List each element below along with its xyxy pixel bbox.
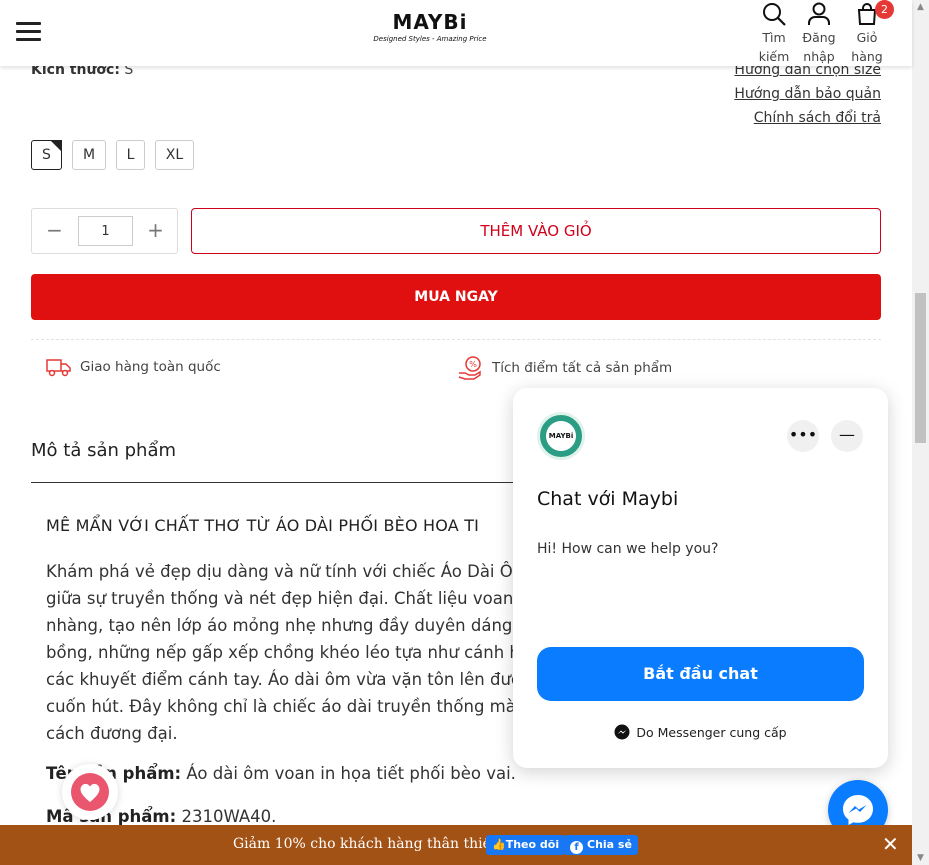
chat-more-options-button[interactable]: ••• — [787, 420, 819, 452]
size-option-label: XL — [165, 147, 184, 163]
size-option-m[interactable]: M — [72, 140, 106, 170]
reward-points-icon: % — [458, 356, 481, 380]
size-option-l[interactable]: L — [116, 140, 145, 170]
size-option-s[interactable]: S — [31, 140, 62, 170]
qty-decrease-button[interactable]: − — [32, 209, 77, 253]
scroll-down-arrow-icon[interactable]: ▼ — [912, 851, 929, 865]
care-guide-link[interactable]: Hướng dẫn bảo quản — [734, 86, 881, 102]
login-label-line2: nhập — [803, 49, 835, 64]
cart-label-line2: hàng — [851, 49, 883, 64]
user-icon — [808, 2, 830, 25]
delivery-truck-icon — [46, 359, 71, 377]
product-code-value: 2310WA40. — [181, 807, 277, 826]
facebook-icon: f — [570, 841, 583, 854]
size-option-xl[interactable]: XL — [155, 140, 194, 170]
svg-text:%: % — [469, 360, 477, 369]
perk-points-label: Tích điểm tất cả sản phẩm — [492, 360, 673, 376]
login-label-line1: Đăng — [802, 30, 836, 45]
thumbs-up-icon: 👍 — [492, 838, 506, 851]
product-name-spec: Tên sản phẩm: Áo dài ôm voan in họa tiết… — [46, 764, 516, 783]
promo-bar: Giảm 10% cho khách hàng thân thiết 👍Theo… — [0, 825, 912, 865]
facebook-follow-button[interactable]: 👍Theo dõi — [486, 835, 566, 855]
search-button[interactable]: Tìm kiếm — [752, 2, 796, 66]
quantity-stepper: − + — [31, 208, 178, 254]
search-label-line2: kiếm — [758, 49, 790, 64]
chat-greeting: Hi! How can we help you? — [537, 541, 719, 557]
cart-button[interactable]: 2 Giỏ hàng — [845, 0, 894, 66]
heart-icon — [80, 783, 100, 802]
divider — [31, 339, 881, 340]
chat-minimize-button[interactable]: — — [831, 420, 863, 452]
logo-text: MAYBi — [392, 10, 468, 34]
scrollbar-thumb[interactable] — [915, 293, 926, 443]
page: MAYBi Designed Styles - Amazing Price Tì… — [0, 0, 929, 865]
wishlist-button[interactable] — [62, 764, 118, 820]
chat-powered-by-label: Do Messenger cung cấp — [636, 725, 787, 740]
size-option-label: M — [82, 147, 96, 163]
size-option-label: L — [126, 147, 135, 163]
chat-avatar-logo: MAYBi — [546, 421, 576, 451]
perk-shipping-label: Giao hàng toàn quốc — [80, 359, 221, 375]
qty-increase-button[interactable]: + — [133, 209, 178, 253]
add-to-cart-button[interactable]: THÊM VÀO GIỎ — [191, 208, 881, 254]
chat-powered-by: Do Messenger cung cấp — [513, 724, 888, 740]
return-policy-link[interactable]: Chính sách đổi trả — [754, 110, 881, 126]
search-label-line1: Tìm — [762, 30, 786, 45]
search-icon — [763, 3, 786, 26]
menu-icon[interactable] — [16, 22, 41, 42]
messenger-icon — [614, 724, 630, 740]
chat-title: Chat với Maybi — [537, 488, 679, 510]
promo-text: Giảm 10% cho khách hàng thân thiết — [233, 836, 497, 852]
chat-avatar: MAYBi — [537, 412, 585, 460]
facebook-share-button[interactable]: f Chia sẻ — [564, 835, 638, 855]
selected-check-icon — [50, 140, 62, 152]
description-heading: MÊ MẨN VỚI CHẤT THƠ TỪ ÁO DÀI PHỐI BÈO H… — [46, 516, 480, 535]
share-label: Chia sẻ — [587, 838, 632, 851]
quantity-input[interactable] — [78, 216, 133, 246]
follow-label: Theo dõi — [505, 838, 560, 851]
product-name-value: Áo dài ôm voan in họa tiết phối bèo vai. — [186, 764, 516, 783]
login-button[interactable]: Đăng nhập — [797, 2, 841, 66]
cart-count-badge: 2 — [875, 0, 894, 19]
cart-label-line1: Giỏ — [856, 30, 878, 45]
perk-points: % Tích điểm tất cả sản phẩm — [458, 356, 672, 380]
description-title: Mô tả sản phẩm — [31, 440, 177, 461]
promo-close-icon[interactable]: ✕ — [882, 833, 899, 855]
buy-now-button[interactable]: MUA NGAY — [31, 274, 881, 320]
site-header: MAYBi Designed Styles - Amazing Price Tì… — [0, 0, 912, 66]
perk-shipping: Giao hàng toàn quốc — [46, 356, 221, 378]
wishlist-circle — [71, 773, 109, 811]
site-logo[interactable]: MAYBi Designed Styles - Amazing Price — [360, 10, 500, 43]
start-chat-button[interactable]: Bắt đầu chat — [537, 647, 864, 701]
chat-widget: MAYBi ••• — Chat với Maybi Hi! How can w… — [513, 388, 888, 768]
logo-tagline: Designed Styles - Amazing Price — [373, 35, 487, 43]
scroll-up-arrow-icon[interactable]: ▲ — [912, 0, 929, 14]
